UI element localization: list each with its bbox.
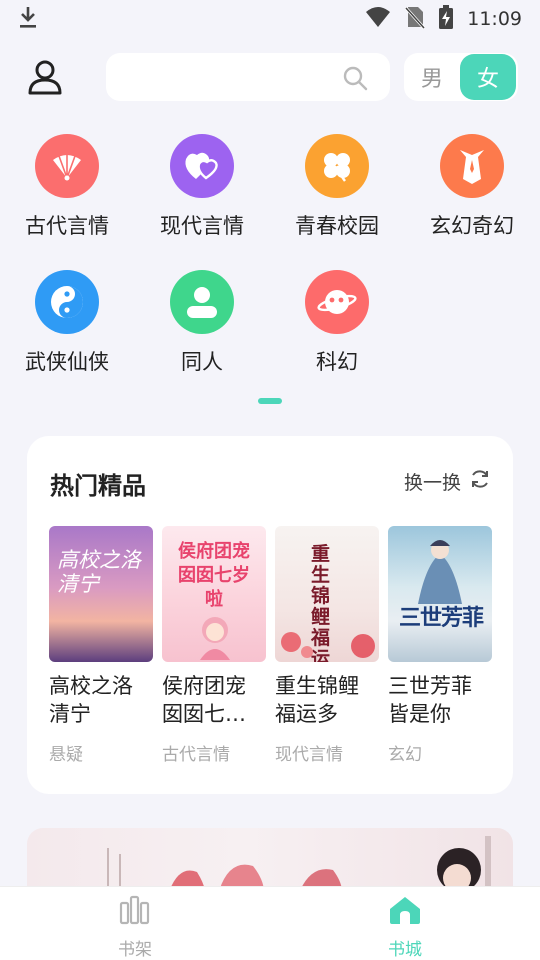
yin-yang-icon: [35, 270, 99, 334]
category-sci-fi[interactable]: 科幻: [272, 270, 402, 380]
home-icon: [388, 895, 422, 929]
planet-icon: [305, 270, 369, 334]
category-modern-romance[interactable]: 现代言情: [137, 134, 267, 244]
hot-section-card: 热门精品 换一换 高校之洛清宁 高校之洛清宁 悬疑 侯府团宠囡囡七岁啦 侯府团宠…: [27, 436, 513, 794]
clover-icon: [305, 134, 369, 198]
nav-label: 书架: [118, 940, 152, 960]
book-item[interactable]: 重生锦鲤福运多 重生锦鲤福运多 现代言情: [275, 526, 379, 765]
category-label: 现代言情: [160, 214, 244, 238]
hearts-icon: [170, 134, 234, 198]
cover-title: 侯府团宠囡囡七岁啦: [178, 541, 250, 610]
book-genre: 玄幻: [388, 745, 422, 765]
page-indicator: [258, 398, 282, 404]
status-bar: 11:09: [0, 0, 540, 38]
battery-charging-icon: [439, 5, 454, 33]
cover-title: 高校之洛清宁: [57, 548, 141, 596]
search-box[interactable]: [106, 53, 390, 101]
bottom-nav: 书架 书城: [0, 886, 540, 960]
nav-item-bookshelf[interactable]: 书架: [0, 887, 270, 960]
book-title: 侯府团宠囡囡七…: [162, 674, 246, 726]
book-item[interactable]: 侯府团宠囡囡七岁啦 侯府团宠囡囡七… 古代言情: [162, 526, 266, 765]
category-ancient-romance[interactable]: 古代言情: [2, 134, 132, 244]
category-fan-fiction[interactable]: 同人: [137, 270, 267, 380]
header: 男 女: [0, 48, 540, 106]
download-icon: [18, 5, 38, 33]
book-item[interactable]: 高校之洛清宁 高校之洛清宁 悬疑: [49, 526, 153, 765]
nav-label: 书城: [388, 940, 422, 960]
refresh-label: 换一换: [403, 472, 461, 494]
category-label: 科幻: [316, 350, 358, 374]
category-youth-campus[interactable]: 青春校园: [272, 134, 402, 244]
category-label: 玄幻奇幻: [430, 214, 514, 238]
book-title: 重生锦鲤福运多: [275, 674, 359, 726]
refresh-icon: [469, 468, 491, 495]
book-cover[interactable]: 重生锦鲤福运多: [275, 526, 379, 662]
section-title: 热门精品: [50, 472, 146, 500]
bookshelf-icon: [119, 895, 151, 929]
book-title: 高校之洛清宁: [49, 674, 133, 726]
book-genre: 悬疑: [49, 745, 83, 765]
book-title: 三世芳菲皆是你: [388, 674, 472, 726]
user-profile-icon[interactable]: [26, 58, 64, 96]
cover-title: 三世芳菲: [398, 606, 484, 631]
category-label: 古代言情: [25, 214, 109, 238]
tie-icon: [440, 134, 504, 198]
wifi-icon: [365, 6, 391, 32]
book-item[interactable]: 三世芳菲 三世芳菲皆是你 玄幻: [388, 526, 492, 765]
nav-item-bookstore[interactable]: 书城: [270, 887, 540, 960]
status-time: 11:09: [467, 8, 522, 30]
book-cover[interactable]: 高校之洛清宁: [49, 526, 153, 662]
refresh-button[interactable]: 换一换: [404, 468, 491, 495]
search-icon[interactable]: [342, 65, 368, 91]
search-input[interactable]: [106, 53, 326, 101]
category-wuxia-xianxia[interactable]: 武侠仙侠: [2, 270, 132, 380]
fan-icon: [35, 134, 99, 198]
gender-male-option[interactable]: 男: [404, 53, 460, 101]
gender-female-option[interactable]: 女: [460, 54, 516, 100]
person-icon: [170, 270, 234, 334]
book-genre: 现代言情: [275, 745, 343, 765]
category-label: 青春校园: [295, 214, 379, 238]
category-fantasy[interactable]: 玄幻奇幻: [407, 134, 537, 244]
book-cover[interactable]: 三世芳菲: [388, 526, 492, 662]
category-label: 武侠仙侠: [25, 350, 109, 374]
gender-toggle: 男 女: [404, 53, 518, 101]
no-sim-icon: [405, 5, 426, 33]
book-genre: 古代言情: [162, 745, 230, 765]
category-label: 同人: [181, 350, 223, 374]
book-cover[interactable]: 侯府团宠囡囡七岁啦: [162, 526, 266, 662]
